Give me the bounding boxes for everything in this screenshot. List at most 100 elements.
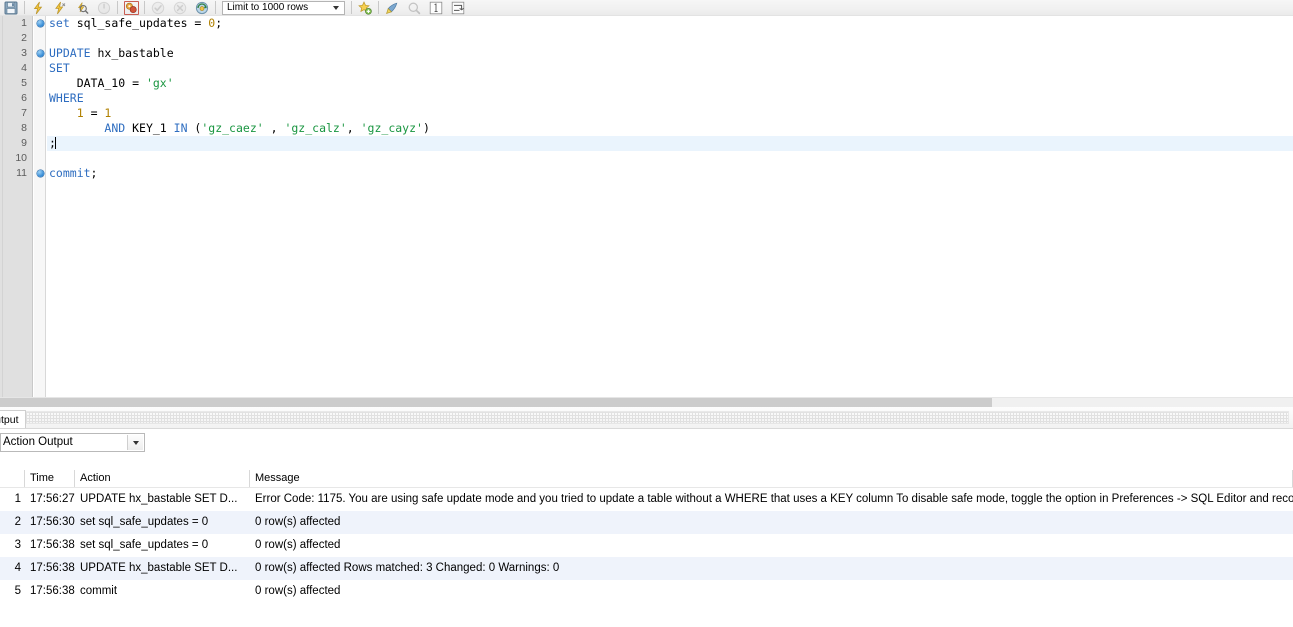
- marker-slot: [34, 61, 45, 76]
- line-number: 6: [21, 92, 27, 104]
- line-number: 5: [21, 77, 27, 89]
- line-number: 4: [21, 62, 27, 74]
- line-number: 2: [21, 32, 27, 44]
- code-token: SET: [49, 61, 70, 75]
- table-row[interactable]: 3 17:56:38 set sql_safe_updates = 0 0 row(s…: [0, 534, 1293, 557]
- column-header-time[interactable]: Time: [25, 470, 75, 487]
- save-icon[interactable]: [0, 0, 22, 16]
- row-time: 17:56:38: [30, 562, 75, 574]
- wrap-lines-icon[interactable]: [447, 0, 469, 16]
- code-token: UPDATE: [49, 46, 91, 60]
- table-row[interactable]: 2 17:56:30 set sql_safe_updates = 0 0 row(s…: [0, 511, 1293, 534]
- marker-slot: [34, 106, 45, 121]
- stop-icon: [93, 0, 115, 16]
- toggle-stop-on-error-icon[interactable]: [120, 0, 142, 16]
- code-token: 'gz_calz': [284, 121, 347, 135]
- output-tab-bar: Output: [0, 407, 1293, 429]
- column-header-index[interactable]: [0, 470, 25, 487]
- row-index: 4: [14, 562, 21, 574]
- code-token: KEY_1: [125, 121, 174, 135]
- explain-magnifier-icon[interactable]: [71, 0, 93, 16]
- grid-body[interactable]: 1 17:56:27 UPDATE hx_bastable SET D... Erro…: [0, 488, 1293, 603]
- marker-slot: [34, 91, 45, 106]
- row-message: 0 row(s) affected: [255, 516, 341, 528]
- row-index: 2: [14, 516, 21, 528]
- code-line[interactable]: WHERE: [47, 91, 1293, 106]
- editor-horizontal-scrollbar[interactable]: [0, 397, 1293, 408]
- code-line[interactable]: AND KEY_1 IN ('gz_caez' , 'gz_calz', 'gz…: [47, 121, 1293, 136]
- execute-statement-icon[interactable]: [49, 0, 71, 16]
- row-action: UPDATE hx_bastable SET D...: [80, 493, 238, 505]
- code-line[interactable]: SET: [47, 61, 1293, 76]
- toolbar-separator: [117, 1, 118, 14]
- line-number: 8: [21, 122, 27, 134]
- code-text-area[interactable]: set sql_safe_updates = 0; UPDATE hx_bast…: [47, 16, 1293, 397]
- line-number: 10: [15, 152, 27, 164]
- statement-marker-icon[interactable]: [34, 46, 45, 61]
- row-message: Error Code: 1175. You are using safe upd…: [255, 493, 1293, 505]
- column-header-message[interactable]: Message: [250, 470, 1293, 487]
- row-limit-value: Limit to 1000 rows: [227, 1, 309, 13]
- autocommit-icon[interactable]: [191, 0, 213, 16]
- code-token: 'gx': [145, 76, 174, 90]
- line-number: 7: [21, 107, 27, 119]
- code-line[interactable]: set sql_safe_updates = 0;: [47, 16, 1293, 31]
- toolbar-separator: [378, 1, 379, 14]
- clear-brush-icon[interactable]: [381, 0, 403, 16]
- code-line[interactable]: DATA_10 = 'gx': [47, 76, 1293, 91]
- code-token: WHERE: [49, 91, 84, 105]
- output-panel: Output Action Output TimeActionMessage 1…: [0, 407, 1293, 627]
- sql-code-editor[interactable]: 1 2 3 4 5 6 7 8 9 10 11 set sql_safe_updates = 0; …: [0, 16, 1293, 397]
- row-time: 17:56:30: [30, 516, 75, 528]
- row-action: commit: [80, 585, 118, 597]
- table-row[interactable]: 4 17:56:38 UPDATE hx_bastable SET D... 0 ro…: [0, 557, 1293, 580]
- output-type-combobox[interactable]: Action Output: [0, 433, 145, 452]
- invisible-chars-icon[interactable]: [425, 0, 447, 16]
- code-token: (: [187, 121, 202, 135]
- table-row[interactable]: 5 17:56:38 commit 0 row(s) affected: [0, 580, 1293, 603]
- statement-marker-bar[interactable]: [34, 16, 46, 397]
- code-line[interactable]: ;: [47, 136, 1293, 151]
- code-line[interactable]: UPDATE hx_bastable: [47, 46, 1293, 61]
- execute-lightning-icon[interactable]: [27, 0, 49, 16]
- code-token: ,: [263, 121, 285, 135]
- table-row[interactable]: 1 17:56:27 UPDATE hx_bastable SET D... Erro…: [0, 488, 1293, 511]
- toolbar-separator: [144, 1, 145, 14]
- toolbar-separator: [351, 1, 352, 14]
- tabbar-texture: [10, 411, 1289, 424]
- statement-marker-icon[interactable]: [34, 16, 45, 31]
- marker-slot: [34, 121, 45, 136]
- row-message: 0 row(s) affected Rows matched: 3 Change…: [255, 562, 560, 574]
- action-output-grid[interactable]: Time Action Message 1 17:56:27 UPDATE hx_bas…: [0, 470, 1293, 627]
- beautify-star-icon[interactable]: [354, 0, 376, 16]
- code-token: 1: [76, 106, 84, 120]
- toolbar-separator: [215, 1, 216, 14]
- row-limit-combobox[interactable]: Limit to 1000 rows: [222, 0, 345, 15]
- chevron-down-icon[interactable]: [127, 435, 143, 450]
- code-line[interactable]: commit;: [47, 166, 1293, 181]
- text-caret: [54, 137, 56, 149]
- code-line[interactable]: [47, 31, 1293, 46]
- grid-header-row: Time Action Message: [0, 470, 1293, 488]
- chevron-down-icon[interactable]: [329, 2, 342, 14]
- code-token: 'gz_cayz': [360, 121, 423, 135]
- code-line[interactable]: [47, 151, 1293, 166]
- code-token: AND: [104, 121, 126, 135]
- statement-marker-icon[interactable]: [34, 166, 45, 181]
- row-index: 5: [14, 585, 21, 597]
- output-type-value: Action Output: [3, 436, 73, 448]
- row-time: 17:56:38: [30, 585, 75, 597]
- code-token: ;: [90, 166, 98, 180]
- column-header-action[interactable]: Action: [75, 470, 250, 487]
- code-line[interactable]: 1 = 1: [47, 106, 1293, 121]
- code-token: IN: [173, 121, 188, 135]
- tab-output[interactable]: Output: [0, 410, 26, 428]
- row-time: 17:56:38: [30, 539, 75, 551]
- line-number-gutter: 1 2 3 4 5 6 7 8 9 10 11: [3, 16, 33, 397]
- marker-slot: [34, 151, 45, 166]
- row-message: 0 row(s) affected: [255, 585, 341, 597]
- row-message: 0 row(s) affected: [255, 539, 341, 551]
